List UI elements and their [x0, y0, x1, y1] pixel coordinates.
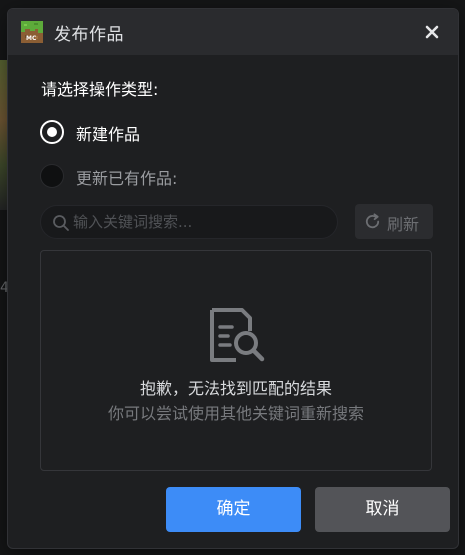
- refresh-label: 刷新: [387, 215, 420, 234]
- refresh-button[interactable]: 刷新: [355, 204, 433, 239]
- empty-result-subtitle: 你可以尝试使用其他关键词重新搜索: [107, 404, 364, 423]
- document-search-icon: [210, 308, 265, 362]
- operation-type-label: 请选择操作类型:: [41, 80, 159, 99]
- radio-button-unchecked[interactable]: [40, 164, 64, 188]
- confirm-button[interactable]: 确定: [166, 487, 301, 532]
- refresh-icon: [365, 213, 380, 229]
- dialog-title: 发布作品: [54, 25, 124, 45]
- search-input[interactable]: [73, 206, 323, 238]
- dialog-titlebar: MC 发布作品: [8, 9, 458, 55]
- svg-text:MC: MC: [26, 35, 37, 42]
- cancel-button[interactable]: 取消: [315, 487, 450, 532]
- radio-button-checked[interactable]: [40, 120, 64, 144]
- radio-update-work-label: 更新已有作品:: [76, 169, 178, 188]
- search-box[interactable]: [40, 205, 338, 239]
- minecraft-grass-block-icon: MC: [21, 21, 43, 43]
- empty-result-title: 抱歉，无法找到匹配的结果: [139, 379, 332, 398]
- close-icon[interactable]: [422, 22, 442, 42]
- results-panel: 抱歉，无法找到匹配的结果 你可以尝试使用其他关键词重新搜索: [40, 250, 432, 471]
- radio-new-work-label: 新建作品: [76, 125, 141, 144]
- publish-dialog: MC 发布作品 请选择操作类型: 新建作品 更新已有作品: 刷新: [7, 8, 459, 549]
- search-icon: [53, 215, 69, 231]
